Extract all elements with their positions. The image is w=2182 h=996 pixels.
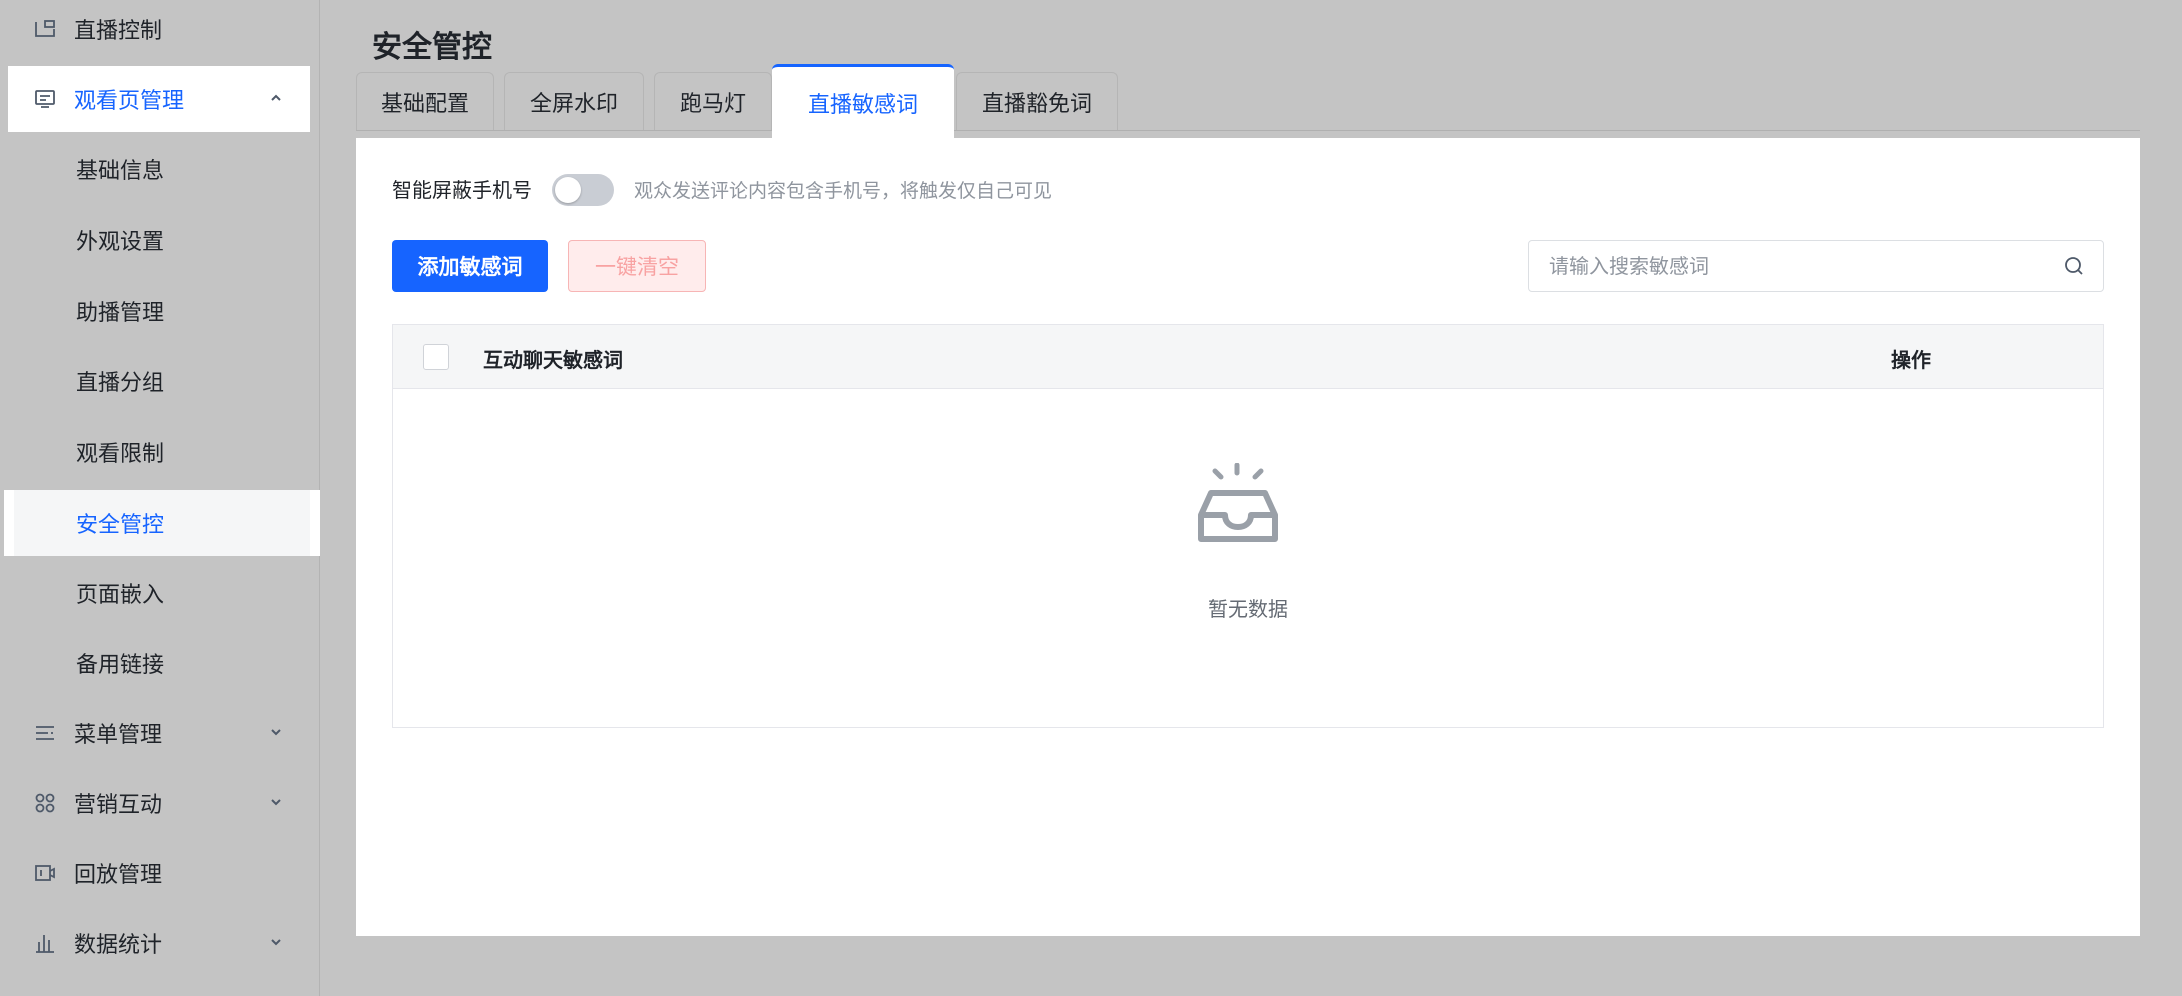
column-header-action: 操作 [1891,348,1931,372]
sidebar: 直播控制 观看页管理 基础信息 外观设置 助播管理 直播分组 观看限制 安全管控… [0,0,320,996]
search-icon[interactable] [2063,255,2085,277]
sidebar-subitem-assistant[interactable]: 助播管理 [8,278,310,344]
menu-icon [32,720,58,746]
chevron-down-icon [266,792,286,812]
watch-page-icon [32,86,58,112]
phone-mask-hint: 观众发送评论内容包含手机号，将触发仅自己可见 [634,180,1053,202]
page-title: 安全管控 [372,30,492,65]
sidebar-subitem-label: 页面嵌入 [76,583,165,608]
tabs-divider [356,130,2140,131]
sidebar-item-label: 数据统计 [74,933,163,958]
sidebar-subitem-label: 观看限制 [76,442,165,467]
tab-label: 跑马灯 [679,91,746,117]
sidebar-item-label: 直播控制 [74,19,163,44]
phone-mask-toggle[interactable] [552,174,614,206]
sidebar-item-label: 菜单管理 [74,723,163,748]
tab-label: 直播豁免词 [981,91,1092,117]
sidebar-item-live-control[interactable]: 直播控制 [8,0,310,62]
empty-inbox-icon [1193,462,1283,545]
tab-basic-config[interactable]: 基础配置 [356,72,494,130]
sidebar-subitem-label: 助播管理 [76,301,165,326]
toggle-knob [555,177,581,203]
marketing-icon [32,790,58,816]
live-control-icon [32,16,58,42]
sidebar-item-watch-page[interactable]: 观看页管理 [8,66,310,132]
tab-label: 直播敏感词 [807,92,918,118]
sidebar-item-marketing[interactable]: 营销互动 [8,770,310,836]
sidebar-subitem-watch-limit[interactable]: 观看限制 [8,419,310,485]
sidebar-item-stats[interactable]: 数据统计 [8,910,310,976]
sidebar-item-label: 观看页管理 [74,89,185,114]
stats-icon [32,930,58,956]
chevron-down-icon [266,722,286,742]
phone-mask-label: 智能屏蔽手机号 [392,178,532,202]
sidebar-item-playback[interactable]: 回放管理 [8,840,310,906]
chevron-down-icon [266,932,286,952]
search-box [1528,240,2104,292]
tab-live-exempt-words[interactable]: 直播豁免词 [956,72,1118,130]
sidebar-item-label: 营销互动 [74,793,163,818]
playback-icon [32,860,58,886]
clear-all-button[interactable]: 一键清空 [568,240,706,292]
chevron-up-icon [266,88,286,108]
sidebar-subitem-live-group[interactable]: 直播分组 [8,348,310,414]
sensitive-words-table: 互动聊天敏感词 操作 暂无数据 [392,324,2104,728]
sidebar-subitem-label: 基础信息 [76,159,165,184]
table-header: 互动聊天敏感词 操作 [393,325,2103,389]
sidebar-subitem-label: 外观设置 [76,230,165,255]
sidebar-subitem-basic-info[interactable]: 基础信息 [8,136,310,202]
empty-state-text: 暂无数据 [1208,597,1288,621]
tab-fullscreen-watermark[interactable]: 全屏水印 [504,72,644,130]
sidebar-item-menu[interactable]: 菜单管理 [8,700,310,766]
sidebar-subitem-embed[interactable]: 页面嵌入 [8,560,310,626]
sidebar-item-label: 回放管理 [74,863,163,888]
tab-live-sensitive-words[interactable]: 直播敏感词 [772,64,954,138]
sidebar-subitem-label: 直播分组 [76,371,165,396]
column-header-word: 互动聊天敏感词 [483,348,623,372]
tab-marquee[interactable]: 跑马灯 [654,72,772,130]
tab-label: 基础配置 [380,91,469,117]
content-panel: 智能屏蔽手机号 观众发送评论内容包含手机号，将触发仅自己可见 添加敏感词 一键清… [356,138,2140,936]
sidebar-subitem-backup-link[interactable]: 备用链接 [8,630,310,696]
sidebar-subitem-label: 备用链接 [76,653,165,678]
sidebar-subitem-security[interactable]: 安全管控 [8,490,310,556]
tab-label: 全屏水印 [529,91,618,117]
add-sensitive-word-button[interactable]: 添加敏感词 [392,240,548,292]
sidebar-subitem-appearance[interactable]: 外观设置 [8,207,310,273]
sidebar-subitem-label: 安全管控 [76,513,165,538]
search-input[interactable] [1549,241,2049,291]
select-all-checkbox[interactable] [423,344,449,370]
